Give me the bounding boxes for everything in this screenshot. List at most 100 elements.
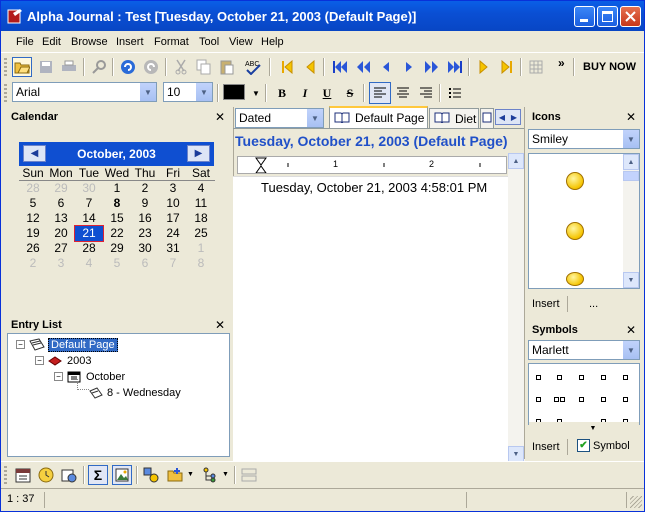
calendar-day[interactable]: 2 bbox=[131, 181, 159, 196]
calendar-day[interactable]: 28 bbox=[75, 241, 103, 256]
calendar-day[interactable]: 23 bbox=[131, 226, 159, 241]
collapse-icon[interactable]: − bbox=[35, 356, 44, 365]
find-icon[interactable] bbox=[89, 57, 109, 77]
icons-more-button[interactable]: ... bbox=[589, 298, 598, 310]
text-color-swatch[interactable] bbox=[223, 84, 245, 100]
rewind-icon[interactable] bbox=[353, 57, 373, 77]
table-icon[interactable] bbox=[526, 57, 546, 77]
calendar-day[interactable]: 3 bbox=[159, 181, 187, 196]
calendar-day[interactable]: 24 bbox=[159, 226, 187, 241]
calendar-day[interactable]: 2 bbox=[19, 256, 47, 271]
calendar-day[interactable]: 10 bbox=[159, 196, 187, 211]
minimize-button[interactable] bbox=[574, 6, 595, 27]
ruler[interactable]: 1 2 bbox=[237, 156, 507, 174]
calendar-day[interactable]: 31 bbox=[159, 241, 187, 256]
chevron-down-icon[interactable]: ▼ bbox=[622, 130, 639, 148]
calendar-day[interactable]: 25 bbox=[187, 226, 215, 241]
calendar-day[interactable]: 20 bbox=[47, 226, 75, 241]
calendar-day[interactable]: 30 bbox=[131, 241, 159, 256]
symbol-cell[interactable] bbox=[601, 397, 606, 402]
icon-list-scrollbar[interactable]: ▲ ▼ bbox=[623, 154, 639, 288]
menu-insert[interactable]: Insert bbox=[116, 36, 144, 48]
view-mode-select[interactable]: Dated ▼ bbox=[235, 108, 324, 128]
previous-entry-icon[interactable] bbox=[376, 57, 396, 77]
menu-edit[interactable]: Edit bbox=[42, 36, 61, 48]
tree-item-default-page[interactable]: − Default Page bbox=[16, 337, 118, 352]
image-icon[interactable] bbox=[112, 465, 132, 485]
scroll-thumb[interactable] bbox=[623, 171, 639, 181]
clock-icon[interactable] bbox=[36, 465, 56, 485]
next-page-icon[interactable] bbox=[474, 57, 494, 77]
symbol-cell[interactable] bbox=[601, 375, 606, 380]
calendar-day[interactable]: 5 bbox=[19, 196, 47, 211]
calendar-day[interactable]: 19 bbox=[19, 226, 47, 241]
calendar-day[interactable]: 16 bbox=[131, 211, 159, 226]
buy-now-button[interactable]: BUY NOW bbox=[583, 61, 636, 73]
triangle-right-icon[interactable]: ▶ bbox=[511, 113, 517, 122]
calendar-day[interactable]: 30 bbox=[75, 181, 103, 196]
strikethrough-button[interactable]: S bbox=[339, 82, 361, 104]
tree-item-month[interactable]: − October bbox=[54, 369, 125, 384]
tab-scroll-buttons[interactable]: ◀ ▶ bbox=[495, 109, 521, 125]
chevron-down-icon[interactable]: ▼ bbox=[306, 109, 323, 127]
cut-icon[interactable] bbox=[171, 57, 191, 77]
calendar-day[interactable]: 8 bbox=[103, 196, 131, 211]
icon-list[interactable]: ▲ ▼ bbox=[528, 153, 640, 289]
toolbar-grip[interactable] bbox=[4, 58, 7, 76]
calendar-day[interactable]: 26 bbox=[19, 241, 47, 256]
print-icon[interactable] bbox=[59, 57, 79, 77]
bold-button[interactable]: B bbox=[271, 82, 293, 104]
calendar-day[interactable]: 29 bbox=[47, 181, 75, 196]
symbol-grid[interactable] bbox=[528, 363, 640, 426]
add-folder-icon[interactable] bbox=[165, 465, 185, 485]
calendar-day[interactable]: 18 bbox=[187, 211, 215, 226]
previous-page-icon[interactable] bbox=[300, 57, 320, 77]
calendar-day[interactable]: 8 bbox=[187, 256, 215, 271]
toolbar-grip[interactable] bbox=[4, 466, 7, 484]
calendar-day[interactable]: 1 bbox=[103, 181, 131, 196]
calendar-next-button[interactable]: ▶ bbox=[187, 145, 210, 162]
calendar-day[interactable]: 7 bbox=[75, 196, 103, 211]
sigma-icon[interactable]: Σ bbox=[88, 465, 108, 485]
grinning-smiley-icon[interactable] bbox=[566, 222, 584, 240]
editor-vertical-scrollbar[interactable]: ▲ ▼ bbox=[508, 153, 525, 462]
calendar-day[interactable]: 22 bbox=[103, 226, 131, 241]
calendar-day[interactable]: 29 bbox=[103, 241, 131, 256]
scroll-down-icon[interactable]: ▼ bbox=[508, 446, 524, 462]
copy-icon[interactable] bbox=[194, 57, 214, 77]
calendar-day[interactable]: 27 bbox=[47, 241, 75, 256]
symbol-font-select[interactable]: Marlett ▼ bbox=[528, 340, 640, 360]
save-icon[interactable] bbox=[36, 57, 56, 77]
insert-objects-icon[interactable] bbox=[141, 465, 161, 485]
italic-button[interactable]: I bbox=[294, 82, 316, 104]
tab-default-page[interactable]: Default Page bbox=[329, 106, 428, 128]
calendar-day[interactable]: 21 bbox=[74, 225, 104, 242]
entry-editor[interactable]: Tuesday, October 21, 2003 4:58:01 PM bbox=[233, 176, 524, 462]
layout-icon[interactable] bbox=[239, 465, 259, 485]
menu-tool[interactable]: Tool bbox=[199, 36, 219, 48]
close-icon[interactable]: ✕ bbox=[215, 110, 225, 124]
align-center-button[interactable] bbox=[392, 82, 414, 104]
calendar-day[interactable]: 13 bbox=[47, 211, 75, 226]
resize-grip-icon[interactable] bbox=[630, 496, 642, 508]
symbol-cell[interactable] bbox=[554, 397, 559, 402]
first-entry-icon[interactable] bbox=[330, 57, 350, 77]
scroll-up-icon[interactable]: ▲ bbox=[508, 153, 524, 169]
chevron-down-icon[interactable]: ▼ bbox=[222, 471, 229, 478]
tree-item-day[interactable]: 8 - Wednesday bbox=[88, 385, 181, 400]
calendar-day[interactable]: 3 bbox=[47, 256, 75, 271]
symbol-cell[interactable] bbox=[557, 375, 562, 380]
toolbar-overflow-chevron[interactable]: » bbox=[558, 56, 565, 70]
menu-view[interactable]: View bbox=[229, 36, 253, 48]
winking-smiley-icon[interactable] bbox=[566, 172, 584, 190]
symbol-cell[interactable] bbox=[579, 397, 584, 402]
close-icon[interactable]: ✕ bbox=[215, 318, 225, 332]
calendar-day[interactable]: 7 bbox=[159, 256, 187, 271]
menu-file[interactable]: File bbox=[16, 36, 34, 48]
underline-button[interactable]: U bbox=[316, 82, 338, 104]
calendar-day[interactable]: 6 bbox=[47, 196, 75, 211]
undo-icon[interactable] bbox=[118, 57, 138, 77]
symbol-cell[interactable] bbox=[560, 397, 565, 402]
collapse-icon[interactable]: − bbox=[54, 372, 63, 381]
bullet-list-button[interactable] bbox=[444, 82, 466, 104]
